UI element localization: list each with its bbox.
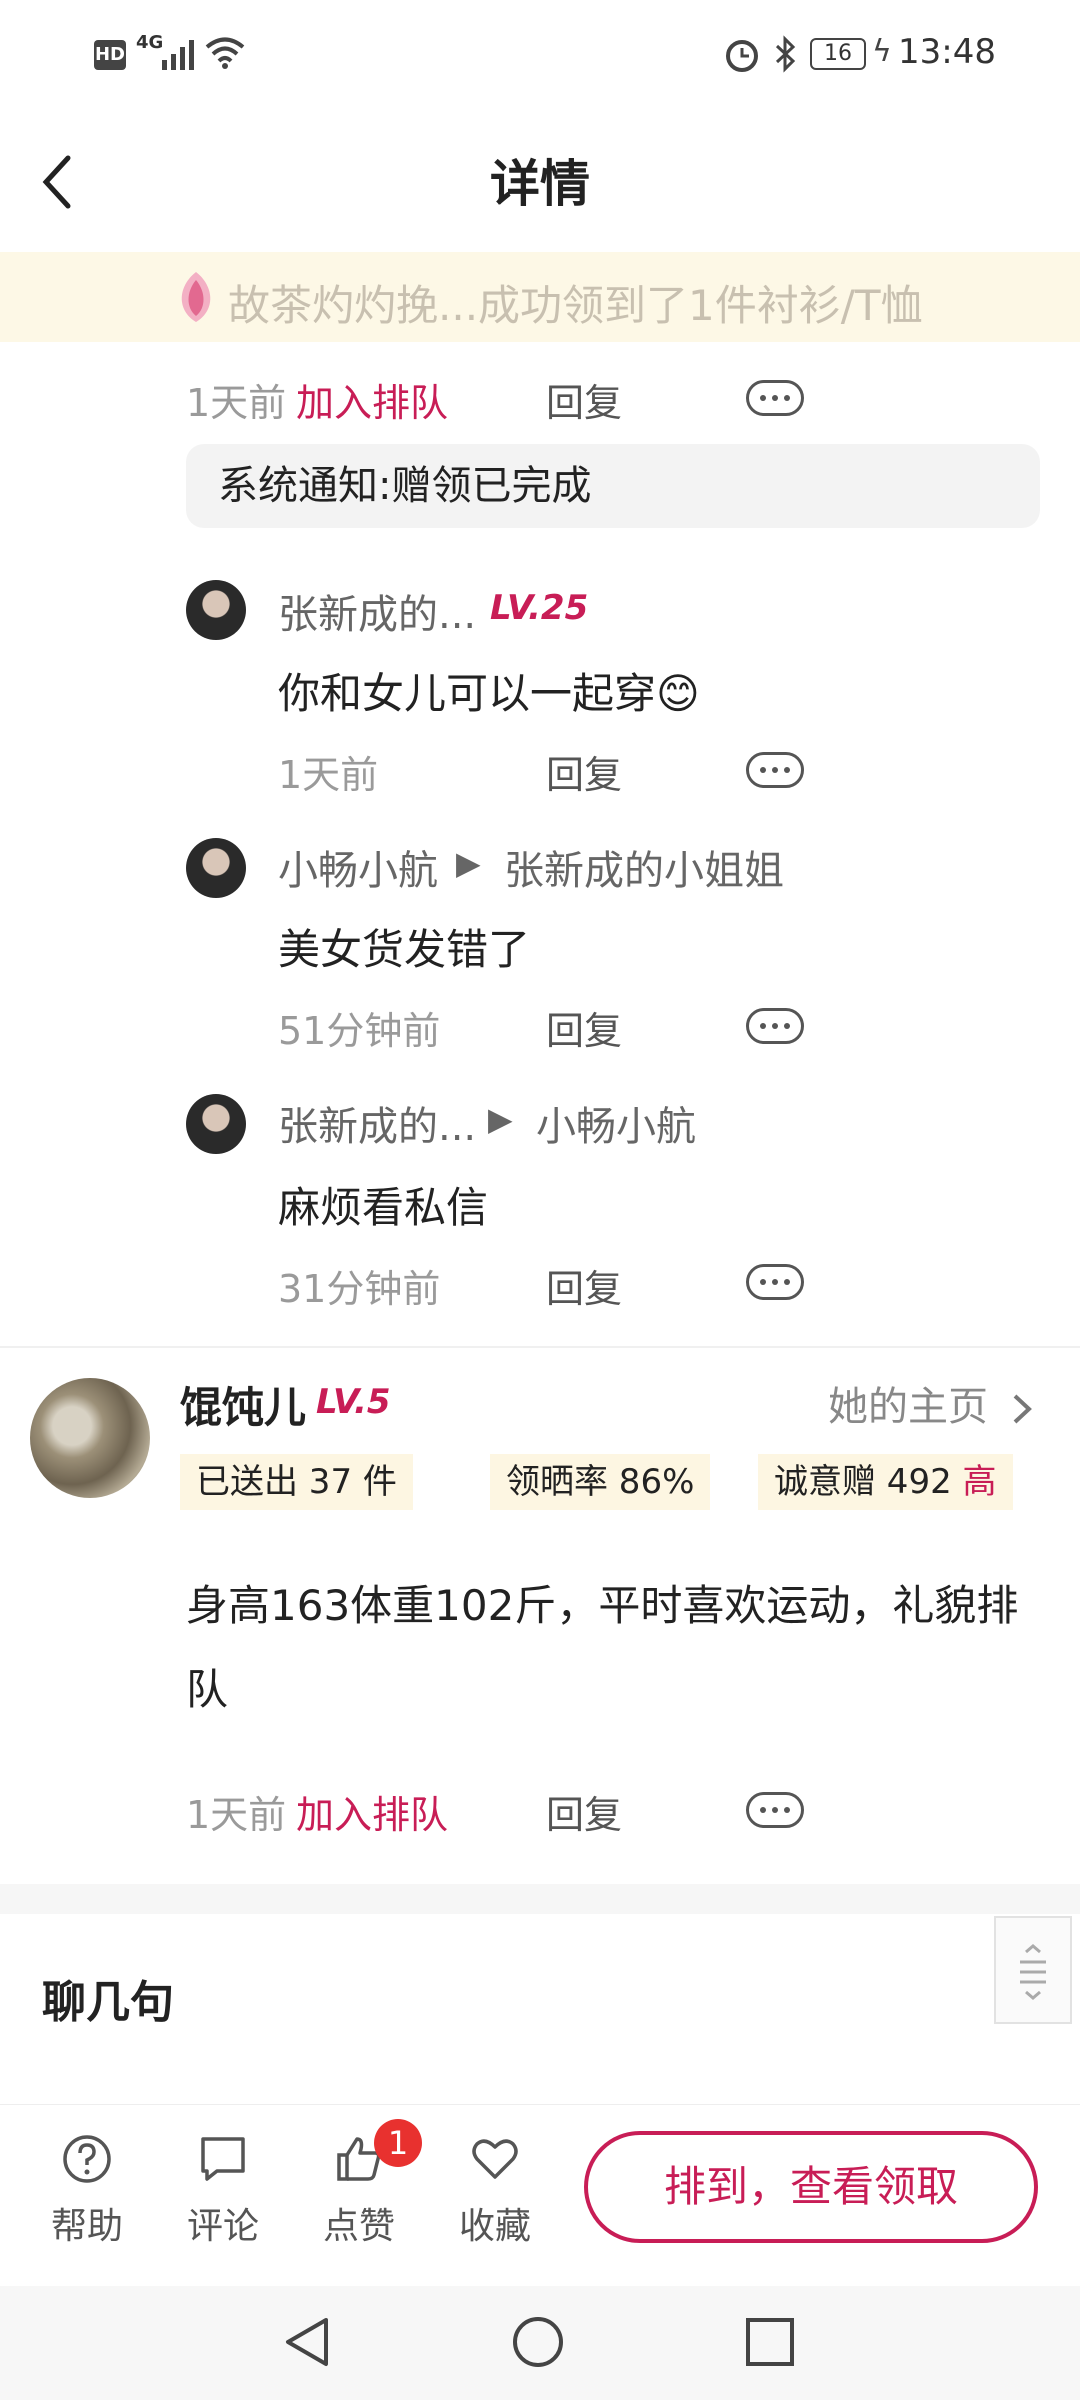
join-queue-link[interactable]: 加入排队 xyxy=(296,372,448,427)
banner-text: 故茶灼灼挽...成功领到了1件衬衫/T恤 xyxy=(228,281,923,330)
wifi-icon xyxy=(205,37,245,69)
signal-icon xyxy=(162,40,194,70)
nav-home-icon[interactable] xyxy=(510,2314,566,2370)
like-label: 点赞 xyxy=(322,2206,395,2247)
claim-button[interactable]: 排到，查看领取 xyxy=(584,2131,1038,2243)
avatar[interactable] xyxy=(186,1094,246,1154)
help-label: 帮助 xyxy=(50,2206,123,2247)
like-button[interactable]: 点赞 1 xyxy=(304,2119,422,2249)
nav-recent-icon[interactable] xyxy=(742,2314,798,2370)
reply-arrow-icon: ▶ xyxy=(456,844,481,882)
comment-button[interactable]: 评论 xyxy=(168,2133,278,2249)
sincerity-value: 诚意赠 492 xyxy=(774,1462,952,1502)
join-queue-link[interactable]: 加入排队 xyxy=(296,1784,448,1839)
homepage-label: 她的主页 xyxy=(828,1384,988,1430)
reply-button[interactable]: 回复 xyxy=(546,1000,622,1055)
user-avatar[interactable] xyxy=(30,1378,150,1498)
comment-icon xyxy=(201,2137,245,2181)
reply-time: 51分钟前 xyxy=(278,1009,441,1053)
status-bar: HD 4G 16 ϟ 13:48 xyxy=(0,0,1080,110)
battery-icon: 16 xyxy=(810,38,866,70)
reply-author[interactable]: 张新成的... xyxy=(278,1094,476,1152)
heart-icon xyxy=(472,2139,518,2179)
more-icon[interactable] xyxy=(746,1792,804,1828)
reply-target[interactable]: 张新成的小姐姐 xyxy=(504,838,784,896)
avatar[interactable] xyxy=(186,838,246,898)
gift-icon xyxy=(181,272,211,322)
reply-content: 美女货发错了 xyxy=(278,925,531,974)
stat-sent: 已送出 37 件 xyxy=(180,1454,413,1510)
comment-time: 1天前 xyxy=(186,1793,287,1837)
stat-rate: 领晒率 86% xyxy=(490,1454,711,1510)
reply-target[interactable]: 小畅小航 xyxy=(536,1094,696,1152)
scroll-handle[interactable] xyxy=(994,1916,1072,2024)
section-gap xyxy=(0,1884,1080,1914)
chevron-right-icon xyxy=(1013,1394,1032,1424)
header: 详情 xyxy=(0,110,1080,250)
reply-content: 麻烦看私信 xyxy=(278,1183,489,1232)
hd-icon: HD xyxy=(94,40,126,70)
reply-content: 你和女儿可以一起穿😊 xyxy=(278,669,700,718)
help-icon xyxy=(63,2135,111,2183)
comment-label: 评论 xyxy=(186,2206,259,2247)
more-icon[interactable] xyxy=(746,380,804,416)
favorite-label: 收藏 xyxy=(458,2206,531,2247)
reply-button[interactable]: 回复 xyxy=(546,1258,622,1313)
divider xyxy=(0,1346,1080,1348)
system-notice: 系统通知:赠领已完成 xyxy=(186,444,1040,528)
bluetooth-icon xyxy=(775,35,796,73)
more-icon[interactable] xyxy=(746,1008,804,1044)
chat-title: 聊几句 xyxy=(42,1977,174,2028)
user-name[interactable]: 馄饨儿 xyxy=(180,1374,306,1435)
favorite-button[interactable]: 收藏 xyxy=(440,2133,550,2249)
reply-author[interactable]: 小畅小航 xyxy=(278,838,438,896)
like-badge: 1 xyxy=(374,2119,422,2167)
level-badge: LV.25 xyxy=(490,588,589,628)
charging-icon: ϟ xyxy=(872,34,892,69)
claim-banner: 故茶灼灼挽...成功领到了1件衬衫/T恤 xyxy=(0,252,1080,342)
system-nav-bar xyxy=(0,2286,1080,2400)
more-icon[interactable] xyxy=(746,752,804,788)
reply-button[interactable]: 回复 xyxy=(546,1784,622,1839)
scroll-handle-icon xyxy=(1020,1944,1046,2000)
help-button[interactable]: 帮助 xyxy=(32,2133,142,2249)
reply-button[interactable]: 回复 xyxy=(546,372,622,427)
page-title: 详情 xyxy=(490,155,590,213)
more-icon[interactable] xyxy=(746,1264,804,1300)
sincerity-level: 高 xyxy=(962,1462,997,1502)
alarm-icon xyxy=(726,40,758,72)
stat-sincerity: 诚意赠 492 高 xyxy=(758,1454,1013,1510)
reply-arrow-icon: ▶ xyxy=(488,1100,513,1138)
level-badge: LV.5 xyxy=(316,1382,391,1422)
comment-time: 1天前 xyxy=(186,381,287,425)
homepage-link[interactable]: 她的主页 xyxy=(828,1374,1035,1432)
bottom-action-bar: 帮助 评论 点赞 1 收藏 排到，查看领取 xyxy=(0,2104,1080,2286)
reply-time: 31分钟前 xyxy=(278,1267,441,1311)
nav-back-icon[interactable] xyxy=(280,2314,336,2370)
reply-time: 1天前 xyxy=(278,753,379,797)
avatar[interactable] xyxy=(186,580,246,640)
user-content: 身高163体重102斤，平时喜欢运动，礼貌排队 xyxy=(186,1581,1019,1714)
reply-author[interactable]: 张新成的... xyxy=(278,582,476,640)
reply-button[interactable]: 回复 xyxy=(546,744,622,799)
clock: 13:48 xyxy=(898,32,996,72)
